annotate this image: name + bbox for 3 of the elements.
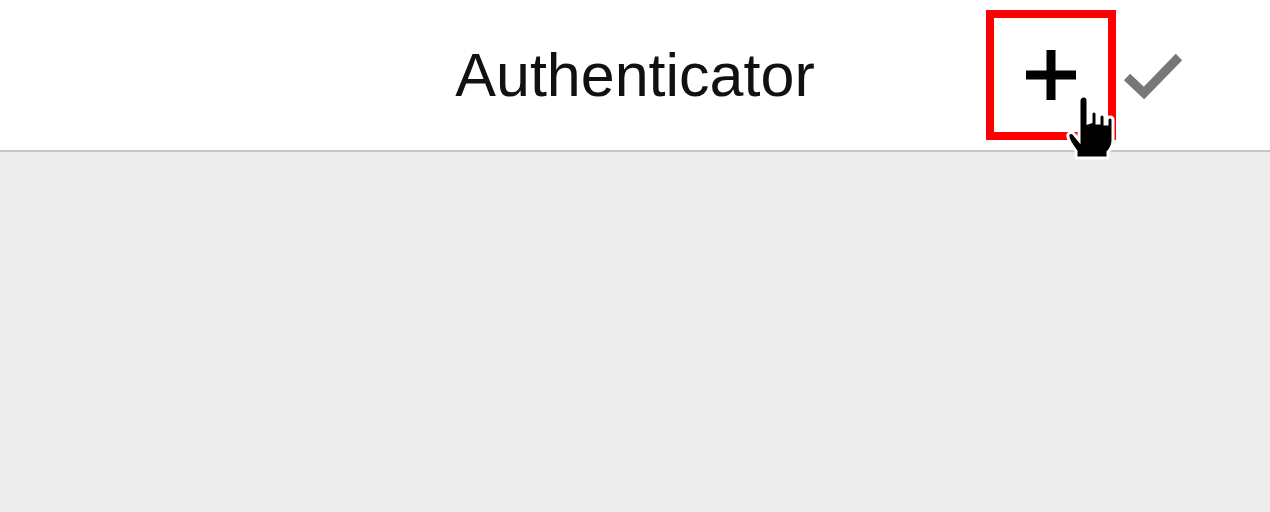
checkmark-icon [1121, 51, 1184, 99]
app-title: Authenticator [455, 40, 815, 110]
add-button[interactable] [985, 10, 1116, 140]
